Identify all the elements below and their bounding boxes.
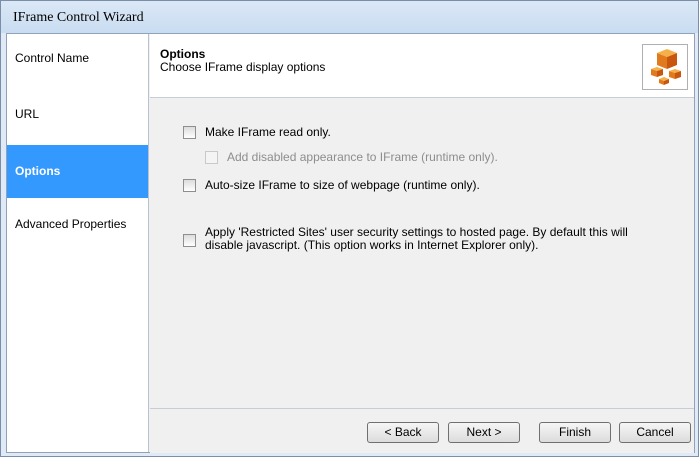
disabled-appearance-checkbox — [205, 151, 218, 164]
option-read-only[interactable]: Make IFrame read only. — [183, 125, 331, 139]
option-label: Apply 'Restricted Sites' user security s… — [205, 225, 628, 252]
cancel-button[interactable]: Cancel — [619, 422, 691, 443]
auto-size-checkbox[interactable] — [183, 179, 196, 192]
cubes-icon — [642, 44, 688, 90]
sidebar-item-control-name[interactable]: Control Name — [7, 34, 148, 85]
option-label: Add disabled appearance to IFrame (runti… — [227, 150, 498, 164]
option-disabled-appearance: Add disabled appearance to IFrame (runti… — [205, 150, 498, 164]
restricted-sites-checkbox[interactable] — [183, 234, 196, 247]
read-only-checkbox[interactable] — [183, 126, 196, 139]
sidebar-item-options[interactable]: Options — [7, 145, 148, 198]
option-restricted-sites[interactable]: Apply 'Restricted Sites' user security s… — [183, 226, 665, 252]
finish-button[interactable]: Finish — [539, 422, 611, 443]
sidebar-item-url[interactable]: URL — [7, 90, 148, 141]
sidebar-item-label: Options — [15, 164, 61, 178]
sidebar-item-label: Control Name — [15, 51, 90, 65]
page-title: Options — [160, 47, 206, 61]
back-button[interactable]: < Back — [367, 422, 439, 443]
option-label: Make IFrame read only. — [205, 125, 331, 139]
sidebar-item-label: Advanced Properties — [15, 217, 127, 231]
button-bar: < Back Next > Finish Cancel — [150, 408, 694, 453]
option-label: Auto-size IFrame to size of webpage (run… — [205, 178, 480, 192]
sidebar-item-label: URL — [15, 107, 40, 121]
next-button[interactable]: Next > — [448, 422, 520, 443]
sidebar-item-advanced-properties[interactable]: Advanced Properties — [7, 200, 148, 251]
title-bar[interactable]: IFrame Control Wizard — [1, 1, 698, 33]
page-header: Options Choose IFrame display options — [150, 34, 694, 98]
window-title: IFrame Control Wizard — [13, 10, 144, 25]
option-auto-size[interactable]: Auto-size IFrame to size of webpage (run… — [183, 178, 480, 192]
wizard-window: IFrame Control Wizard Control Name URL O… — [0, 0, 699, 457]
wizard-sidebar: Control Name URL Options Advanced Proper… — [7, 34, 149, 452]
page-subtitle: Choose IFrame display options — [160, 60, 326, 74]
wizard-content: Control Name URL Options Advanced Proper… — [6, 33, 695, 453]
